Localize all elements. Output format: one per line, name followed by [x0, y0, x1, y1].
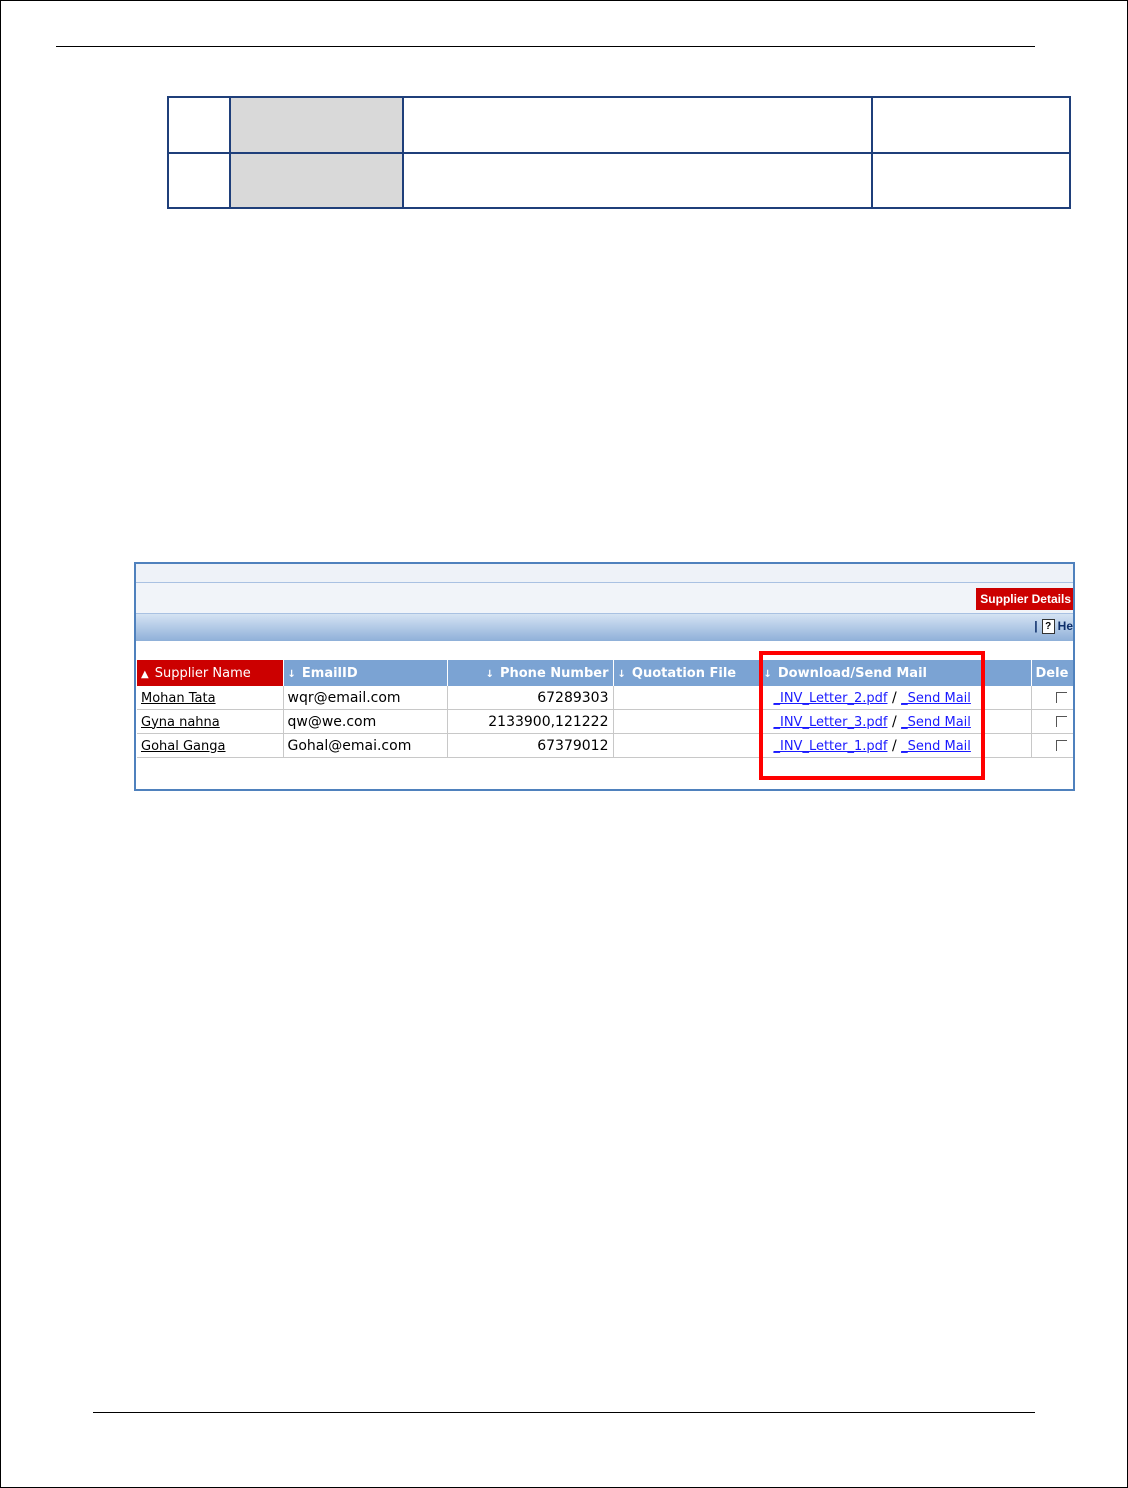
table-row [167, 151, 1071, 209]
panel-tab-strip: Supplier Details [136, 583, 1073, 614]
supplier-details-tab[interactable]: Supplier Details [976, 588, 1073, 610]
phone-cell: 2133900,121222 [447, 709, 614, 734]
delete-cell [1031, 733, 1073, 758]
email-cell: Gohal@emai.com [283, 733, 448, 758]
quotation-file-cell [613, 686, 760, 710]
table-cell [402, 151, 873, 209]
header-rule [56, 46, 1035, 47]
sort-down-icon: ↓ [485, 668, 494, 680]
table-cell [871, 151, 1071, 209]
panel-toolbar: |? He [136, 614, 1073, 641]
delete-checkbox[interactable] [1055, 715, 1067, 727]
quotation-file-cell [613, 709, 760, 734]
delete-checkbox[interactable] [1055, 691, 1067, 703]
table-cell [167, 151, 231, 209]
quotation-file-cell [613, 733, 760, 758]
help-separator: | [1034, 619, 1038, 633]
table-cell [167, 96, 231, 154]
delete-cell [1031, 686, 1073, 710]
table-cell-shaded [229, 96, 404, 154]
column-header-delete[interactable]: Dele [1031, 660, 1073, 686]
phone-cell: 67289303 [447, 686, 614, 710]
sort-down-icon: ↓ [617, 668, 626, 680]
delete-checkbox[interactable] [1055, 739, 1067, 751]
help-icon: ? [1041, 619, 1055, 635]
blank-table [167, 96, 1071, 209]
email-cell: qw@we.com [283, 709, 448, 734]
sort-up-icon: ▲ [141, 668, 149, 680]
column-header-email[interactable]: ↓ EmailID [283, 660, 448, 686]
email-cell: wqr@email.com [283, 686, 448, 710]
column-header-quotation-file[interactable]: ↓ Quotation File [613, 660, 760, 686]
help-link[interactable]: |? He [1034, 619, 1073, 635]
help-label: He [1057, 619, 1073, 633]
highlight-box [759, 651, 985, 780]
table-row [167, 96, 1071, 154]
supplier-name-link[interactable]: Mohan Tata [141, 691, 216, 706]
column-header-supplier-name[interactable]: ▲ Supplier Name [137, 660, 284, 686]
footer-rule [93, 1412, 1035, 1413]
sort-down-icon: ↓ [287, 668, 296, 680]
table-cell-shaded [229, 151, 404, 209]
supplier-name-link[interactable]: Gyna nahna [141, 715, 220, 730]
column-header-phone[interactable]: ↓ Phone Number [447, 660, 614, 686]
phone-cell: 67379012 [447, 733, 614, 758]
supplier-name-link[interactable]: Gohal Ganga [141, 739, 225, 754]
delete-cell [1031, 709, 1073, 734]
panel-top-strip [136, 564, 1073, 583]
table-cell [402, 96, 873, 154]
table-cell [871, 96, 1071, 154]
